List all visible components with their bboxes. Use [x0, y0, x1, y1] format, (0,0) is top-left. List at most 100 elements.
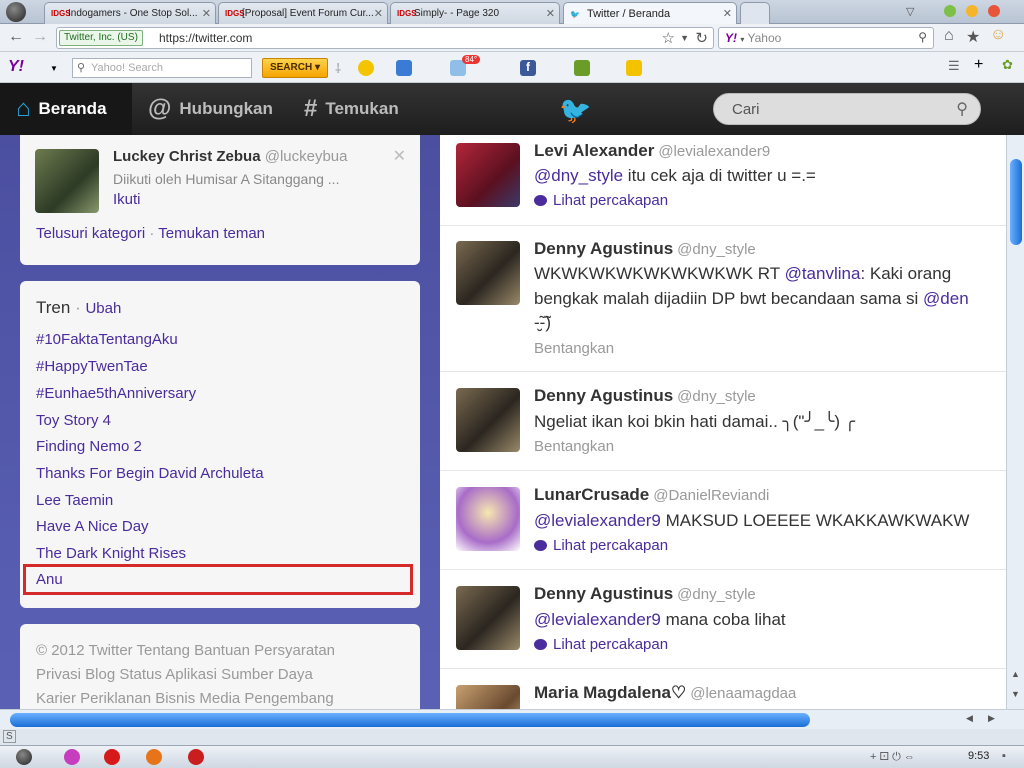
- scroll-left-arrow-icon[interactable]: ◀: [966, 713, 973, 724]
- apple-menu-icon[interactable]: [6, 2, 26, 22]
- expand-link[interactable]: Bentangkan: [534, 340, 614, 357]
- tab-twitter[interactable]: 🐦 Twitter / Beranda ✕: [563, 2, 737, 25]
- nav-discover[interactable]: # Temukan: [304, 83, 399, 135]
- horizontal-scrollbar[interactable]: ◀ ▶: [0, 709, 1024, 729]
- new-tab-button[interactable]: [740, 2, 770, 24]
- tweet-author-name[interactable]: Levi Alexander: [534, 141, 654, 160]
- avatar[interactable]: [35, 149, 99, 213]
- mention-link[interactable]: @levialexander9: [534, 511, 661, 530]
- minimize-button[interactable]: [944, 5, 956, 17]
- ev-certificate-badge[interactable]: Twitter, Inc. (US): [59, 30, 143, 46]
- tweet[interactable]: Maria Magdalena♡ @lenaamagdaa: [440, 669, 1006, 709]
- dropdown-arrow-icon[interactable]: ▼: [680, 33, 689, 43]
- addon-face-icon[interactable]: ☺: [990, 26, 1006, 44]
- twitter-bird-logo-icon[interactable]: 🐦: [559, 95, 591, 126]
- follow-link[interactable]: Ikuti: [113, 191, 141, 208]
- footer-links-row[interactable]: Karier Periklanan Bisnis Media Pengemban…: [36, 687, 416, 709]
- apple-icon[interactable]: [16, 749, 32, 765]
- dropdown-arrow-icon[interactable]: ▾: [740, 35, 744, 44]
- scroll-down-arrow-icon[interactable]: ▼: [1011, 689, 1020, 699]
- view-conversation-link[interactable]: Lihat percakapan: [534, 537, 668, 554]
- tweet-author-name[interactable]: LunarCrusade: [534, 485, 649, 504]
- suggested-user-handle[interactable]: @luckeybua: [265, 148, 348, 165]
- forward-arrow-icon[interactable]: →: [32, 28, 48, 46]
- dropdown-arrow-icon[interactable]: ▼: [50, 64, 58, 73]
- avatar[interactable]: [456, 685, 520, 709]
- horizontal-scroll-thumb[interactable]: [10, 713, 810, 727]
- browse-categories-link[interactable]: Telusuri kategori: [36, 225, 145, 242]
- reload-icon[interactable]: ↻: [695, 29, 708, 47]
- close-tab-icon[interactable]: ✕: [723, 7, 732, 20]
- yahoo-search-field[interactable]: Y! ▾ Yahoo ⚲: [718, 27, 934, 49]
- opera-icon[interactable]: [104, 749, 120, 765]
- scroll-right-arrow-icon[interactable]: ▶: [988, 713, 995, 724]
- yahoo-search-button[interactable]: SEARCH ▾: [262, 58, 328, 78]
- back-arrow-icon[interactable]: ←: [8, 28, 24, 46]
- close-tab-icon[interactable]: ✕: [202, 7, 211, 20]
- home-icon[interactable]: ⌂: [944, 27, 954, 45]
- tweet-author-handle[interactable]: @lenaamagdaa: [690, 685, 796, 702]
- status-icon[interactable]: S: [3, 730, 16, 743]
- mail-envelope-icon[interactable]: [396, 60, 412, 76]
- search-icon[interactable]: ⚲: [956, 99, 968, 119]
- tweet[interactable]: LunarCrusade @DanielReviandi @levialexand…: [440, 471, 1006, 570]
- tweet-author-name[interactable]: Denny Agustinus: [534, 584, 673, 603]
- tweet-author-handle[interactable]: @dny_style: [677, 586, 756, 603]
- footer-links-row[interactable]: © 2012 Twitter Tentang Bantuan Persyarat…: [36, 639, 416, 663]
- tweet[interactable]: Denny Agustinus @dny_style WKWKWKWKWKWKWK…: [440, 226, 1006, 372]
- messenger-smiley-icon[interactable]: [358, 60, 374, 76]
- tweet[interactable]: Levi Alexander @levialexander9 @dny_style…: [440, 135, 1006, 226]
- trend-item[interactable]: #Eunhae5thAnniversary: [36, 385, 196, 402]
- trend-item[interactable]: Toy Story 4: [36, 412, 111, 429]
- avatar[interactable]: [456, 586, 520, 650]
- address-bar[interactable]: Twitter, Inc. (US) https://twitter.com ☆…: [56, 27, 714, 49]
- tweet-author-handle[interactable]: @dny_style: [677, 241, 756, 258]
- change-trends-link[interactable]: Ubah: [85, 300, 121, 317]
- bookmark-star-icon[interactable]: ☆: [662, 29, 675, 47]
- close-tab-icon[interactable]: ✕: [374, 7, 383, 20]
- yahoo-toolbar-logo-icon[interactable]: Y!: [8, 58, 24, 76]
- tweet-author-handle[interactable]: @levialexander9: [658, 143, 770, 160]
- tab-proposal[interactable]: IDGS[Proposal] Event Forum Cur... ✕: [218, 2, 388, 24]
- trend-item[interactable]: #10FaktaTentangAku: [36, 331, 178, 348]
- tweet-author-handle[interactable]: @dny_style: [677, 388, 756, 405]
- tweet-author-name[interactable]: Denny Agustinus: [534, 239, 673, 258]
- trend-item[interactable]: #HappyTwenTae: [36, 358, 148, 375]
- mention-link[interactable]: @dny_style: [534, 166, 623, 185]
- add-toolbar-icon[interactable]: +: [974, 56, 983, 74]
- ebay-icon[interactable]: [626, 60, 642, 76]
- tab-indogamers[interactable]: IDGSIndogamers - One Stop Sol... ✕: [44, 2, 216, 24]
- expand-link[interactable]: Bentangkan: [534, 438, 614, 455]
- close-tab-icon[interactable]: ✕: [546, 7, 555, 20]
- tweet-author-handle[interactable]: @DanielReviandi: [653, 487, 769, 504]
- avatar[interactable]: [456, 143, 520, 207]
- bookmarks-star-icon[interactable]: ★: [966, 27, 980, 47]
- tweet[interactable]: Denny Agustinus @dny_style Ngeliat ikan k…: [440, 372, 1006, 471]
- suggested-user-name[interactable]: Luckey Christ Zebua: [113, 148, 261, 165]
- find-friends-link[interactable]: Temukan teman: [158, 225, 265, 242]
- trend-item[interactable]: The Dark Knight Rises: [36, 545, 186, 562]
- trend-item[interactable]: Lee Taemin: [36, 492, 113, 509]
- dismiss-icon[interactable]: ✕: [393, 146, 406, 166]
- twitter-search-input[interactable]: Cari ⚲: [713, 93, 981, 125]
- mention-link[interactable]: @tanvlina: [785, 264, 861, 283]
- firefox-icon[interactable]: [146, 749, 162, 765]
- app-icon[interactable]: [64, 749, 80, 765]
- toolbar-leaf-icon[interactable]: ✿: [1002, 57, 1013, 73]
- view-conversation-link[interactable]: Lihat percakapan: [534, 192, 668, 209]
- trend-item[interactable]: Have A Nice Day: [36, 518, 149, 535]
- view-conversation-link[interactable]: Lihat percakapan: [534, 636, 668, 653]
- close-window-button[interactable]: [988, 5, 1000, 17]
- facebook-icon[interactable]: f: [520, 60, 536, 76]
- tab-simply[interactable]: IDGSSimply- - Page 320 ✕: [390, 2, 560, 24]
- mention-link[interactable]: @den: [923, 289, 969, 308]
- vertical-scrollbar[interactable]: ▲ ▼: [1006, 135, 1024, 709]
- nav-home[interactable]: ⌂ Beranda: [0, 83, 132, 135]
- tweet-author-name[interactable]: Denny Agustinus: [534, 386, 673, 405]
- maximize-button[interactable]: [966, 5, 978, 17]
- footer-links-row[interactable]: Privasi Blog Status Aplikasi Sumber Daya: [36, 663, 416, 687]
- toolbar-menu-icon[interactable]: ☰: [948, 58, 960, 74]
- tray-icons[interactable]: + ⚀ ⏻ ⇔: [870, 750, 915, 764]
- yahoo-toolbar-search-input[interactable]: ⚲ Yahoo! Search: [72, 58, 252, 78]
- app-icon[interactable]: [188, 749, 204, 765]
